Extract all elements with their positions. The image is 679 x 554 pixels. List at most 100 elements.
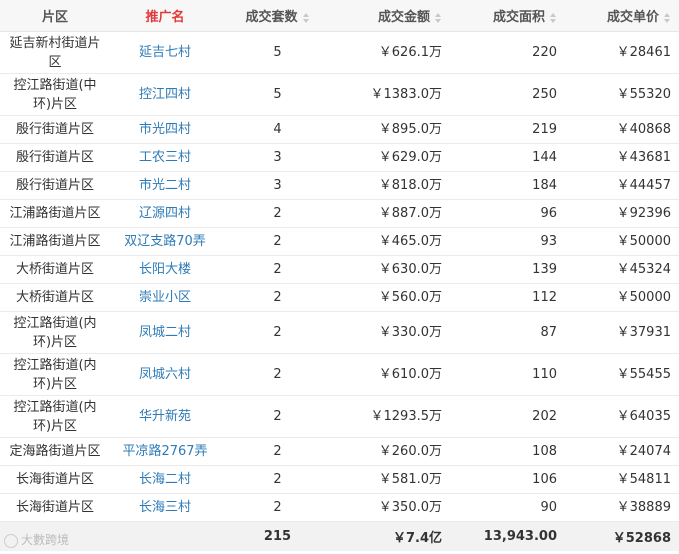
- row-count: 3: [220, 171, 335, 200]
- row-count: 2: [220, 395, 335, 438]
- row-area: 殷行街道片区: [0, 115, 110, 144]
- row-area: 控江路街道(内环)片区: [0, 353, 110, 396]
- sort-icon[interactable]: [550, 12, 557, 23]
- row-amount: ￥350.0万: [335, 493, 450, 522]
- row-area: 定海路街道片区: [0, 437, 110, 466]
- row-amount: ￥630.0万: [335, 255, 450, 284]
- row-project-link[interactable]: 辽源四村: [110, 199, 220, 228]
- col-count-label: 成交套数: [245, 10, 298, 25]
- row-project-link[interactable]: 市光四村: [110, 115, 220, 144]
- col-amount-label: 成交金额: [377, 10, 430, 25]
- row-price: ￥50000: [565, 283, 679, 312]
- row-project-link[interactable]: 华升新苑: [110, 395, 220, 438]
- row-price: ￥50000: [565, 227, 679, 256]
- row-price: ￥37931: [565, 311, 679, 354]
- row-size: 202: [450, 395, 565, 438]
- row-price: ￥54811: [565, 465, 679, 494]
- total-count: 215: [220, 521, 335, 551]
- row-project-link[interactable]: 平凉路2767弄: [110, 437, 220, 466]
- row-size: 112: [450, 283, 565, 312]
- row-price: ￥40868: [565, 115, 679, 144]
- total-amount: ￥7.4亿: [335, 521, 450, 551]
- row-count: 2: [220, 283, 335, 312]
- row-count: 4: [220, 115, 335, 144]
- row-price: ￥38889: [565, 493, 679, 522]
- table-row: 殷行街道片区 市光二村 3 ￥818.0万 184 ￥44457: [0, 171, 679, 200]
- row-project-link[interactable]: 凤城六村: [110, 353, 220, 396]
- row-project-link[interactable]: 崇业小区: [110, 283, 220, 312]
- row-price: ￥64035: [565, 395, 679, 438]
- watermark-text: 大數跨境: [21, 533, 70, 547]
- row-area: 长海街道片区: [0, 493, 110, 522]
- table-row: 大桥街道片区 崇业小区 2 ￥560.0万 112 ￥50000: [0, 283, 679, 312]
- col-size-header[interactable]: 成交面积: [450, 0, 565, 32]
- table-row: 长海街道片区 长海二村 2 ￥581.0万 106 ￥54811: [0, 465, 679, 494]
- table-row: 控江路街道(内环)片区 华升新苑 2 ￥1293.5万 202 ￥64035: [0, 395, 679, 438]
- sort-icon[interactable]: [664, 12, 671, 23]
- row-area: 大桥街道片区: [0, 283, 110, 312]
- row-size: 96: [450, 199, 565, 228]
- table-row: 控江路街道(中环)片区 控江四村 5 ￥1383.0万 250 ￥55320: [0, 73, 679, 116]
- row-price: ￥45324: [565, 255, 679, 284]
- row-area: 江浦路街道片区: [0, 199, 110, 228]
- row-amount: ￥887.0万: [335, 199, 450, 228]
- table-row: 江浦路街道片区 双辽支路70弄 2 ￥465.0万 93 ￥50000: [0, 227, 679, 256]
- row-project-link[interactable]: 双辽支路70弄: [110, 227, 220, 256]
- row-size: 139: [450, 255, 565, 284]
- row-size: 106: [450, 465, 565, 494]
- row-area: 控江路街道(中环)片区: [0, 73, 110, 116]
- row-size: 110: [450, 353, 565, 396]
- row-project-link[interactable]: 长阳大楼: [110, 255, 220, 284]
- row-size: 184: [450, 171, 565, 200]
- header-row: 片区 推广名 成交套数 成交金额 成交面积 成交单价: [0, 0, 679, 32]
- sort-icon[interactable]: [435, 12, 442, 23]
- row-project-link[interactable]: 控江四村: [110, 73, 220, 116]
- row-size: 250: [450, 73, 565, 116]
- row-amount: ￥629.0万: [335, 143, 450, 172]
- row-size: 87: [450, 311, 565, 354]
- col-price-header[interactable]: 成交单价: [565, 0, 679, 32]
- row-area: 殷行街道片区: [0, 171, 110, 200]
- total-size: 13,943.00: [450, 521, 565, 551]
- row-amount: ￥895.0万: [335, 115, 450, 144]
- col-size-label: 成交面积: [492, 10, 545, 25]
- total-price: ￥52868: [565, 521, 679, 551]
- row-amount: ￥560.0万: [335, 283, 450, 312]
- table-row: 殷行街道片区 市光四村 4 ￥895.0万 219 ￥40868: [0, 115, 679, 144]
- row-price: ￥55455: [565, 353, 679, 396]
- row-amount: ￥1293.5万: [335, 395, 450, 438]
- row-area: 大桥街道片区: [0, 255, 110, 284]
- col-count-header[interactable]: 成交套数: [220, 0, 335, 32]
- row-project-link[interactable]: 长海二村: [110, 465, 220, 494]
- row-price: ￥28461: [565, 31, 679, 74]
- row-project-link[interactable]: 凤城二村: [110, 311, 220, 354]
- row-area: 长海街道片区: [0, 465, 110, 494]
- row-area: 延吉新村街道片区: [0, 31, 110, 74]
- row-count: 2: [220, 199, 335, 228]
- table-row: 长海街道片区 长海三村 2 ￥350.0万 90 ￥38889: [0, 493, 679, 522]
- row-project-link[interactable]: 延吉七村: [110, 31, 220, 74]
- row-project-link[interactable]: 工农三村: [110, 143, 220, 172]
- row-size: 144: [450, 143, 565, 172]
- row-price: ￥92396: [565, 199, 679, 228]
- row-area: 江浦路街道片区: [0, 227, 110, 256]
- row-count: 2: [220, 227, 335, 256]
- col-price-label: 成交单价: [606, 10, 659, 25]
- row-size: 93: [450, 227, 565, 256]
- col-project-header[interactable]: 推广名: [110, 0, 220, 32]
- row-price: ￥55320: [565, 73, 679, 116]
- table-row: 控江路街道(内环)片区 凤城二村 2 ￥330.0万 87 ￥37931: [0, 311, 679, 354]
- row-project-link[interactable]: 市光二村: [110, 171, 220, 200]
- row-amount: ￥581.0万: [335, 465, 450, 494]
- table-row: 江浦路街道片区 辽源四村 2 ￥887.0万 96 ￥92396: [0, 199, 679, 228]
- row-amount: ￥626.1万: [335, 31, 450, 74]
- col-amount-header[interactable]: 成交金额: [335, 0, 450, 32]
- row-count: 2: [220, 255, 335, 284]
- row-count: 2: [220, 493, 335, 522]
- row-amount: ￥465.0万: [335, 227, 450, 256]
- sort-icon[interactable]: [302, 12, 310, 23]
- transactions-table: 片区 推广名 成交套数 成交金额 成交面积 成交单价 延吉新村街道片区 延吉七村 5…: [0, 0, 679, 551]
- row-project-link[interactable]: 长海三村: [110, 493, 220, 522]
- row-size: 220: [450, 31, 565, 74]
- watermark-logo-icon: [4, 533, 18, 548]
